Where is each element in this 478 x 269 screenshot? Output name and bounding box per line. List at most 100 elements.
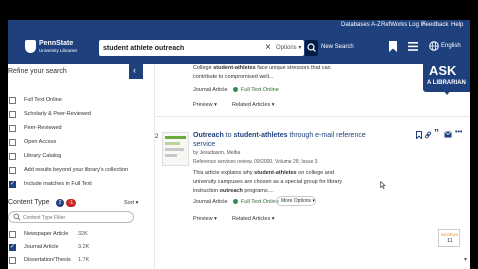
- refine-item-label: Scholarly & Peer-Reviewed: [24, 111, 91, 117]
- collapse-sidebar-button[interactable]: ‹: [129, 64, 143, 79]
- content-type-label: Newspaper Article: [24, 231, 69, 237]
- result2-related-articles[interactable]: Related Articles ▾: [232, 216, 275, 222]
- search-box: × Options ▾: [99, 40, 304, 56]
- mouse-cursor-icon: [380, 181, 386, 189]
- result2-abstract-line2: university campuses are chosen as a spec…: [193, 179, 343, 185]
- full-text-icon: [233, 87, 238, 92]
- checkbox[interactable]: [9, 153, 16, 160]
- result2-abstract-line1: This article explains why student-athlet…: [193, 170, 334, 176]
- result1-access-link[interactable]: Full Text Online: [241, 87, 279, 93]
- result2-access-link[interactable]: Full Text Online: [241, 199, 279, 205]
- result1-snippet-line2: contribute to compromised well...: [193, 74, 274, 80]
- options-label: Options: [276, 45, 297, 51]
- help-link[interactable]: Help: [451, 22, 463, 28]
- result2-thumbnail[interactable]: [162, 132, 189, 166]
- content-type-journal[interactable]: Journal Article 3.2K: [8, 243, 134, 255]
- checkbox[interactable]: [9, 139, 16, 146]
- full-text-icon: [233, 199, 238, 204]
- include-count-badge: 2: [56, 199, 64, 207]
- shield-icon: [25, 40, 36, 53]
- bookmark-icon[interactable]: [416, 131, 422, 139]
- refine-beyond-collection[interactable]: Add results beyond your library's collec…: [8, 166, 128, 179]
- refine-item-label: Full Text Online: [24, 97, 62, 103]
- checkbox[interactable]: [9, 97, 16, 104]
- refine-include-full-text[interactable]: Include matches in Full Text: [8, 180, 128, 193]
- refine-item-label: Open Access: [24, 139, 57, 145]
- refine-library-catalog[interactable]: Library Catalog: [8, 152, 128, 165]
- refine-peer-reviewed[interactable]: Peer-Reviewed: [8, 124, 128, 137]
- result2-title-link[interactable]: Outreach to student-athletes through e-m…: [193, 132, 366, 139]
- checkbox[interactable]: [9, 125, 16, 132]
- search-icon: [307, 43, 316, 52]
- sort-label: Sort: [124, 200, 135, 206]
- content-type-filter: [8, 211, 134, 223]
- databases-link[interactable]: Databases A-Z: [341, 22, 381, 28]
- clear-icon[interactable]: ×: [265, 41, 271, 55]
- menu-icon[interactable]: [408, 42, 418, 51]
- new-search-link[interactable]: New Search: [321, 44, 354, 50]
- logo-line2: University Libraries: [39, 48, 78, 53]
- content-type-title: Content Type: [8, 199, 50, 206]
- checkbox[interactable]: [9, 111, 16, 118]
- content-type-dissertation[interactable]: Dissertation/Thesis 1.7K: [8, 256, 134, 268]
- scopus-count: 11: [447, 238, 453, 244]
- content-type-count: 32K: [78, 231, 88, 237]
- result1-snippet-line1: College student-athletes face unique str…: [193, 65, 331, 71]
- content-type-count: 3.2K: [78, 244, 90, 250]
- result2-abstract-line3: instruction outreach programs....: [193, 188, 274, 194]
- result1-related-articles[interactable]: Related Articles ▾: [232, 102, 275, 108]
- refine-item-label: Library Catalog: [24, 153, 62, 159]
- refworks-link[interactable]: RefWorks Log In: [381, 22, 426, 28]
- more-actions-icon[interactable]: •••: [455, 129, 462, 136]
- cite-icon[interactable]: ”: [434, 128, 439, 139]
- language-selector[interactable]: English: [441, 43, 461, 49]
- bookmark-icon[interactable]: [389, 41, 397, 52]
- exclude-count-badge: -1: [66, 199, 76, 207]
- email-icon[interactable]: [444, 131, 452, 138]
- sidebar-divider: [154, 64, 155, 269]
- refine-full-text-online[interactable]: Full Text Online: [8, 96, 128, 109]
- scroll-down-icon[interactable]: ▾: [464, 256, 467, 263]
- result-separator: [156, 116, 470, 117]
- content-type-newspaper[interactable]: Newspaper Article 32K: [8, 230, 134, 242]
- refine-open-access[interactable]: Open Access: [8, 138, 128, 151]
- refine-scholarly[interactable]: Scholarly & Peer-Reviewed: [8, 110, 128, 123]
- utility-bar: Databases A-Z RefWorks Log In Feedback H…: [8, 20, 470, 32]
- content-type-count: 1.7K: [78, 257, 90, 263]
- options-dropdown[interactable]: Options ▾: [276, 44, 301, 51]
- search-input[interactable]: [103, 42, 259, 54]
- refine-item-label: Include matches in Full Text: [24, 181, 92, 187]
- ask-a-librarian-widget[interactable]: ASK A LIBRARIAN: [423, 60, 470, 95]
- checkbox[interactable]: [9, 167, 16, 174]
- scopus-citations-badge[interactable]: SCOPUS 11: [438, 229, 460, 247]
- content-type-label: Dissertation/Thesis: [24, 257, 71, 263]
- globe-icon[interactable]: [429, 41, 439, 51]
- content-type-filter-input[interactable]: [23, 213, 123, 222]
- content-type-label: Journal Article: [24, 244, 59, 250]
- link-icon[interactable]: [424, 131, 432, 139]
- checkbox[interactable]: [9, 231, 16, 238]
- search-button[interactable]: [305, 40, 318, 56]
- app-window: Databases A-Z RefWorks Log In Feedback H…: [8, 20, 470, 269]
- scopus-label: SCOPUS: [441, 232, 458, 237]
- ask-line2: A LIBRARIAN: [427, 80, 466, 86]
- feedback-link[interactable]: Feedback: [422, 22, 448, 28]
- chevron-left-icon: ‹: [133, 65, 136, 75]
- result2-more-options[interactable]: More Options ▾: [276, 196, 316, 206]
- refine-title: Refine your search: [8, 68, 67, 75]
- result2-title-line2[interactable]: service: [193, 141, 215, 148]
- sort-dropdown[interactable]: Sort ▾: [124, 200, 138, 206]
- refine-item-label: Add results beyond your library's collec…: [24, 167, 129, 173]
- result2-author: by Jesudason, Melba: [193, 150, 241, 156]
- result1-type: Journal Article: [193, 87, 228, 93]
- checkbox[interactable]: [9, 243, 16, 251]
- speech-bubble-tail: [443, 90, 451, 95]
- checkbox[interactable]: [9, 180, 16, 188]
- result1-preview-toggle[interactable]: Preview ▾: [193, 102, 217, 108]
- search-icon: [13, 213, 21, 221]
- checkbox[interactable]: [9, 257, 16, 264]
- result2-preview-toggle[interactable]: Preview ▾: [193, 216, 217, 222]
- result2-type: Journal Article: [193, 199, 228, 205]
- logo-line1: PennState: [39, 40, 74, 47]
- refine-item-label: Peer-Reviewed: [24, 125, 62, 131]
